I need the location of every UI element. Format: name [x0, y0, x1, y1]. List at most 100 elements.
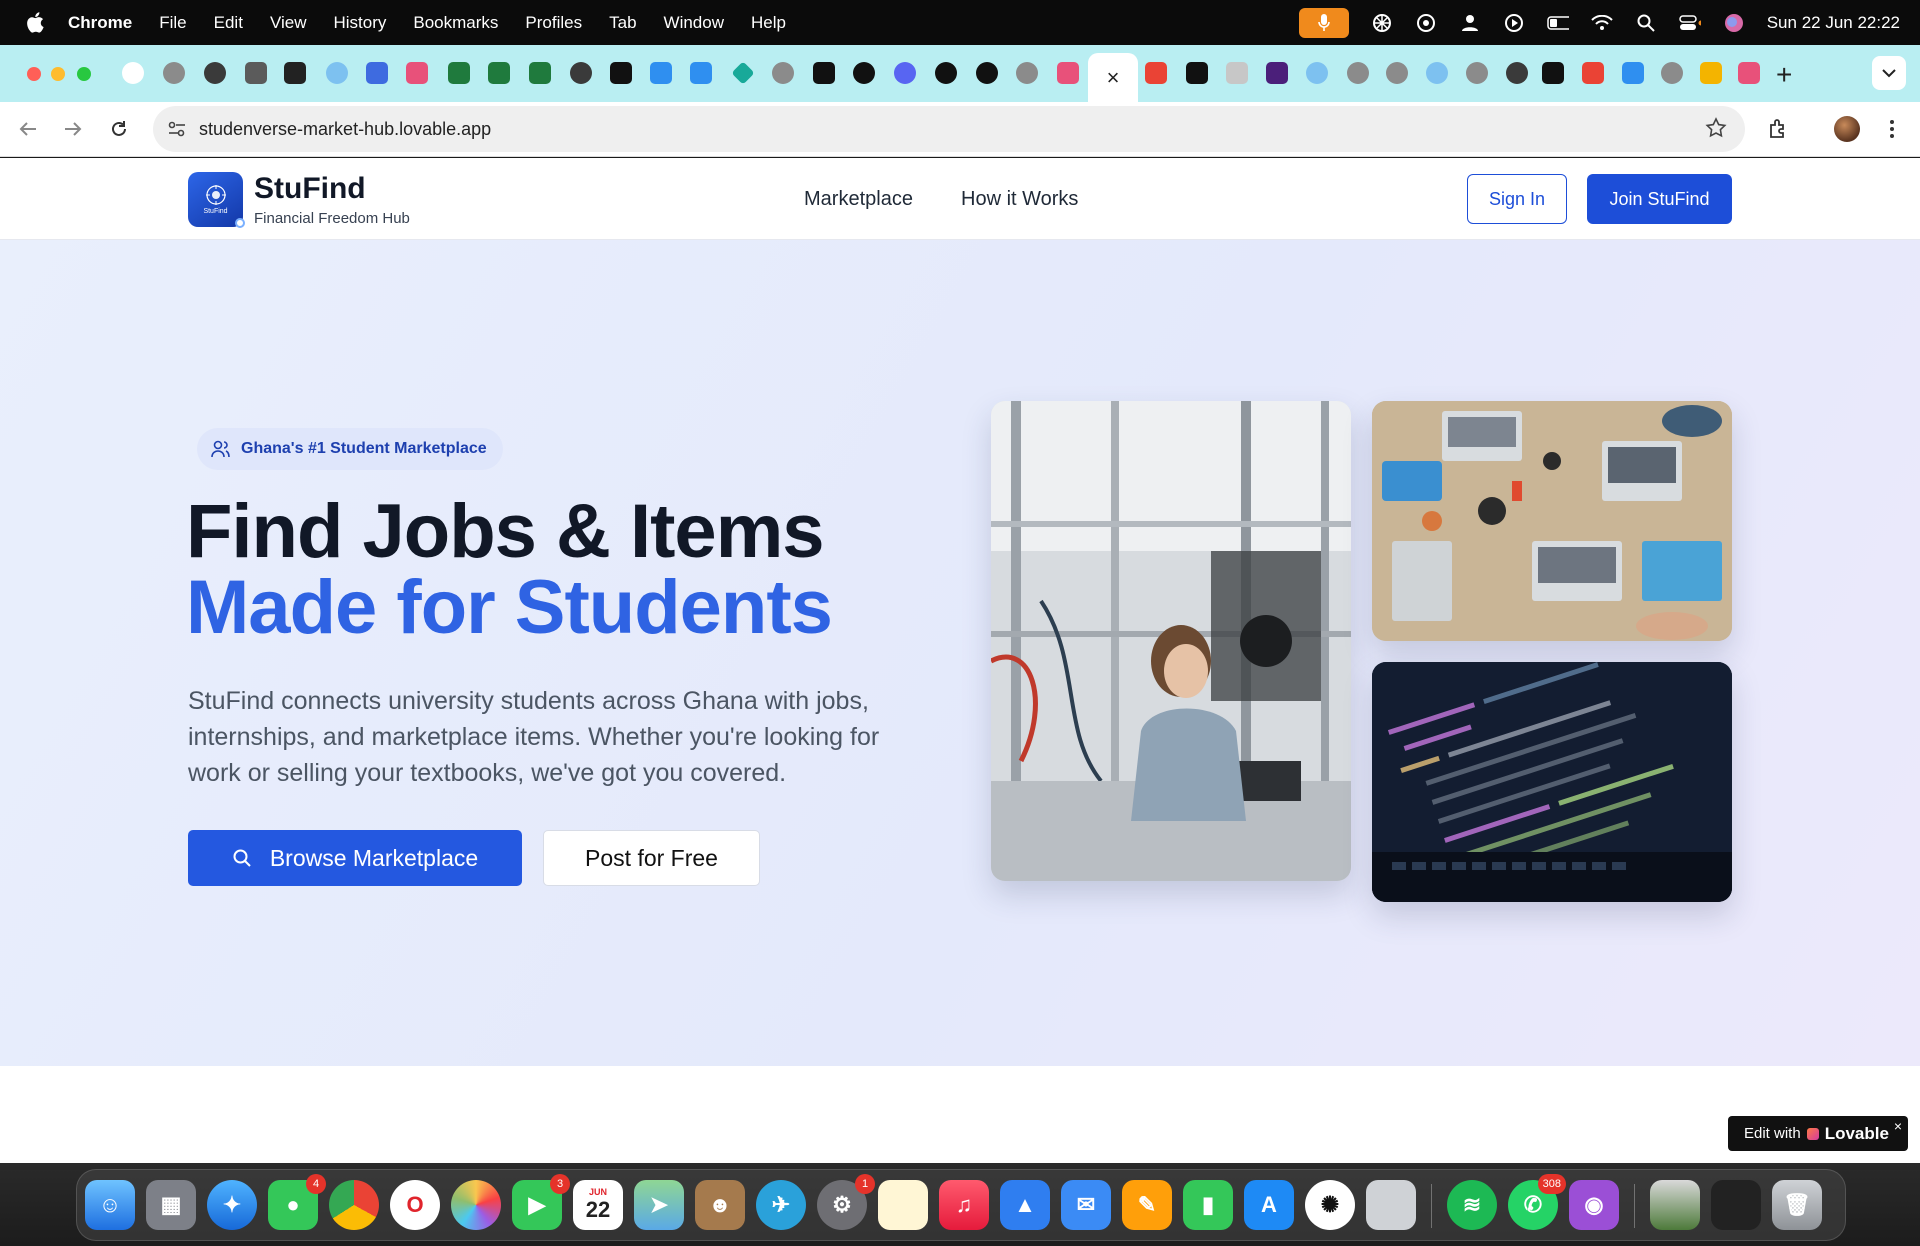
new-tab-plus-icon[interactable]: +: [1776, 59, 1792, 91]
tab-b-icon-2[interactable]: [813, 62, 835, 84]
tab-d-icon-2[interactable]: [935, 62, 957, 84]
tab-search-chevron-icon[interactable]: [1872, 56, 1906, 90]
recent-window-icon[interactable]: [1711, 1180, 1761, 1230]
menu-bar-clock[interactable]: Sun 22 Jun 22:22: [1767, 13, 1900, 33]
nav-how-it-works[interactable]: How it Works: [961, 188, 1078, 211]
reload-icon[interactable]: [107, 117, 131, 141]
tab-ai-icon-3[interactable]: [1426, 62, 1448, 84]
tab-bolt-icon-3[interactable]: [1622, 62, 1644, 84]
tab-hand-icon[interactable]: [245, 62, 267, 84]
menu-bookmarks[interactable]: Bookmarks: [413, 13, 498, 33]
menu-app-name[interactable]: Chrome: [68, 13, 132, 33]
spotify-icon[interactable]: ≋: [1447, 1180, 1497, 1230]
calendar-icon[interactable]: JUN 22: [573, 1180, 623, 1230]
control-center-icon[interactable]: [1678, 12, 1701, 34]
menu-tab[interactable]: Tab: [609, 13, 636, 33]
tab-d-icon[interactable]: [853, 62, 875, 84]
tab-b-icon[interactable]: [610, 62, 632, 84]
tab-globe-icon[interactable]: [163, 62, 185, 84]
tab-d-icon-3[interactable]: [976, 62, 998, 84]
facetime-icon[interactable]: ▶ 3: [512, 1174, 570, 1230]
tab-x-icon[interactable]: [1186, 62, 1208, 84]
contacts-icon[interactable]: ☻: [695, 1180, 745, 1230]
music-icon[interactable]: ♫: [939, 1180, 989, 1230]
minimize-window-button[interactable]: [51, 67, 65, 81]
user-icon[interactable]: [1459, 12, 1481, 34]
openai-icon[interactable]: ✺: [1305, 1180, 1355, 1230]
tab-lovable-icon-3[interactable]: [1738, 62, 1760, 84]
post-for-free-button[interactable]: Post for Free: [543, 830, 760, 886]
telegram-icon[interactable]: ✈: [756, 1180, 806, 1230]
tab-drive-icon[interactable]: [1700, 62, 1722, 84]
tab-bolt-icon-2[interactable]: [690, 62, 712, 84]
menu-profiles[interactable]: Profiles: [525, 13, 582, 33]
apple-icon[interactable]: [26, 12, 46, 33]
tab-globe-icon-3[interactable]: [1386, 62, 1408, 84]
menu-edit[interactable]: Edit: [214, 13, 243, 33]
perplexity-icon[interactable]: [1371, 12, 1393, 34]
brand-name[interactable]: StuFind: [254, 172, 366, 206]
tab-cube-icon[interactable]: [1226, 62, 1248, 84]
tab-chrome-icon-2[interactable]: [570, 62, 592, 84]
tab-github-icon[interactable]: [1016, 62, 1038, 84]
podcasts-icon[interactable]: ◉: [1569, 1180, 1619, 1230]
forward-arrow-icon[interactable]: [61, 117, 85, 141]
app-store-icon[interactable]: A: [1244, 1180, 1294, 1230]
zoom-window-button[interactable]: [77, 67, 91, 81]
browse-marketplace-button[interactable]: Browse Marketplace: [188, 830, 522, 886]
tab-diamond-icon[interactable]: [731, 61, 755, 85]
chrome-menu-icon[interactable]: [1880, 117, 1904, 141]
extensions-puzzle-icon[interactable]: [1766, 117, 1790, 141]
keynote-icon[interactable]: ▲: [1000, 1180, 1050, 1230]
tab-purple-icon[interactable]: [1266, 62, 1288, 84]
tab-docs-icon[interactable]: [366, 62, 388, 84]
tab-globe-icon-2[interactable]: [772, 62, 794, 84]
siri-icon[interactable]: [1723, 12, 1745, 34]
menu-file[interactable]: File: [159, 13, 186, 33]
tab-google-icon[interactable]: [122, 62, 144, 84]
play-icon[interactable]: [1503, 12, 1525, 34]
tab-green-icon[interactable]: [448, 62, 470, 84]
microphone-icon[interactable]: [1298, 7, 1349, 38]
sign-in-button[interactable]: Sign In: [1467, 174, 1567, 224]
tab-github-icon-2[interactable]: [1347, 62, 1369, 84]
launchpad-icon[interactable]: ▦: [146, 1180, 196, 1230]
numbers-icon[interactable]: ▮: [1183, 1180, 1233, 1230]
tab-lovable-icon-2[interactable]: [1057, 62, 1079, 84]
close-window-button[interactable]: [27, 67, 41, 81]
edit-with-lovable-badge[interactable]: Edit with Lovable ×: [1728, 1116, 1908, 1151]
close-lovable-badge-icon[interactable]: ×: [1894, 1118, 1902, 1134]
maps-icon[interactable]: ➤: [634, 1180, 684, 1230]
messages-icon[interactable]: ● 4: [268, 1174, 326, 1230]
bookmark-star-icon[interactable]: [1705, 117, 1727, 144]
photos-icon[interactable]: [451, 1180, 501, 1230]
whatsapp-icon[interactable]: ✆ 308: [1508, 1174, 1566, 1230]
pages-icon[interactable]: ✎: [1122, 1180, 1172, 1230]
tab-globe-icon-4[interactable]: [1466, 62, 1488, 84]
tab-green-icon-2[interactable]: [488, 62, 510, 84]
chrome-icon[interactable]: [329, 1180, 379, 1230]
trash-icon[interactable]: 🗑: [1772, 1180, 1822, 1230]
active-tab-close-icon[interactable]: ×: [1088, 53, 1138, 102]
menu-window[interactable]: Window: [664, 13, 724, 33]
tab-gmail-icon-2[interactable]: [1582, 62, 1604, 84]
tab-ai-icon[interactable]: [326, 62, 348, 84]
menu-history[interactable]: History: [333, 13, 386, 33]
tab-bolt-icon[interactable]: [650, 62, 672, 84]
join-button[interactable]: Join StuFind: [1587, 174, 1732, 224]
spotlight-search-icon[interactable]: [1635, 12, 1657, 34]
site-settings-icon[interactable]: [167, 119, 187, 144]
mail-icon[interactable]: ✉: [1061, 1180, 1111, 1230]
menu-view[interactable]: View: [270, 13, 307, 33]
tab-github-icon-3[interactable]: [1661, 62, 1683, 84]
site-logo[interactable]: StuFind: [188, 172, 243, 227]
system-settings-icon[interactable]: ⚙ 1: [817, 1174, 875, 1230]
address-bar[interactable]: studenverse-market-hub.lovable.app: [153, 106, 1745, 152]
nav-marketplace[interactable]: Marketplace: [804, 188, 913, 211]
battery-icon[interactable]: [1546, 12, 1569, 34]
opera-icon[interactable]: O: [390, 1180, 440, 1230]
tab-gmail-icon[interactable]: [1145, 62, 1167, 84]
chatgpt-icon[interactable]: [1415, 12, 1437, 34]
profile-avatar[interactable]: [1834, 116, 1860, 142]
wifi-icon[interactable]: [1591, 12, 1613, 34]
